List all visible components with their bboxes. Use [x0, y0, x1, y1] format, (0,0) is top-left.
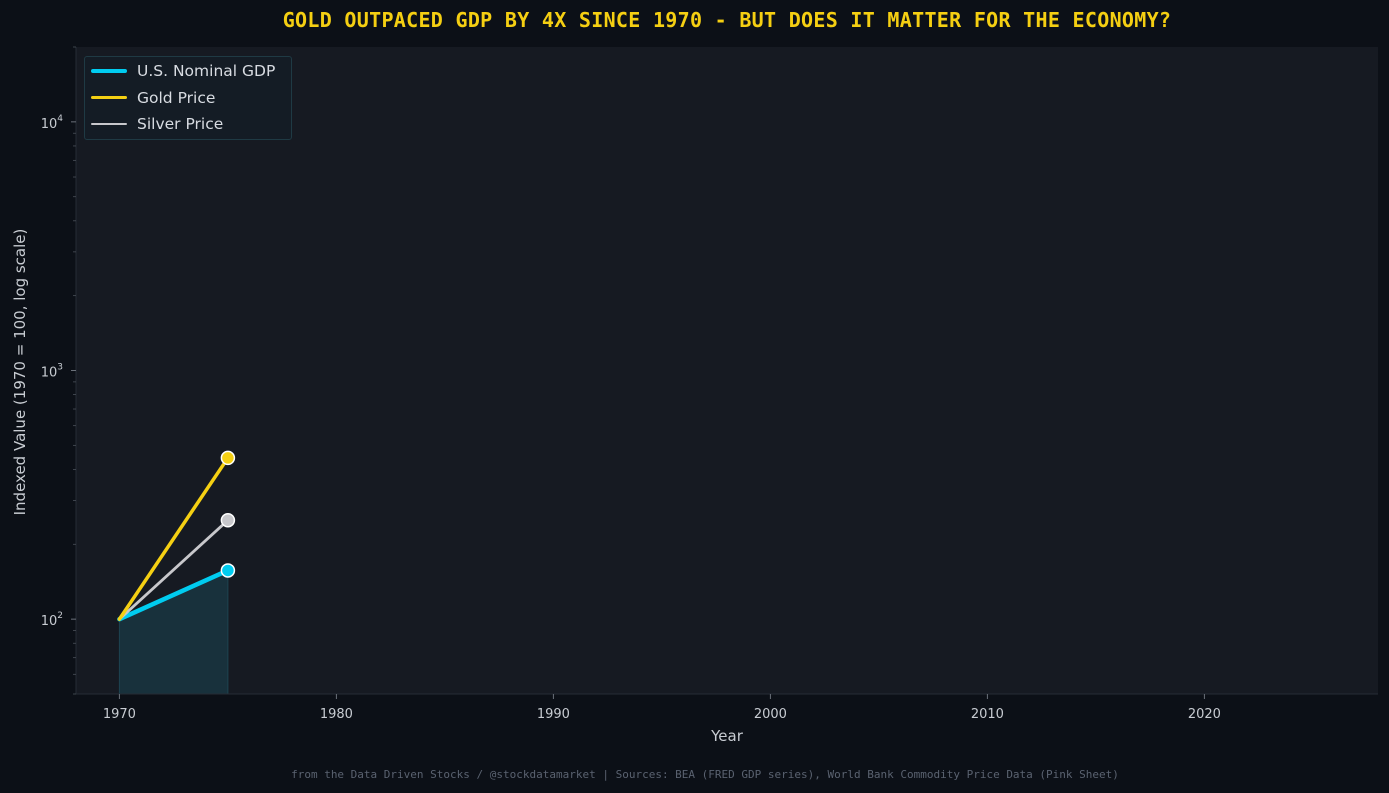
x-tick-label: 2020 — [1188, 707, 1221, 722]
y-tick-base: 10 — [41, 614, 58, 629]
legend-label: U.S. Nominal GDP — [137, 62, 276, 80]
x-tick-label: 2000 — [754, 707, 787, 722]
gold-price-endpoint — [220, 450, 236, 466]
u-s-nominal-gdp-endpoint — [220, 563, 236, 578]
source-footer: from the Data Driven Stocks / @stockdata… — [291, 768, 1119, 781]
legend: U.S. Nominal GDP Gold Price Silver Price — [84, 56, 292, 140]
legend-item-u-s-nominal-gdp: U.S. Nominal GDP — [91, 61, 275, 81]
legend-swatch — [91, 68, 127, 74]
x-axis-label: Year — [710, 727, 744, 745]
x-tick-label: 1970 — [103, 707, 136, 722]
y-tick-base: 10 — [41, 366, 58, 381]
legend-label: Gold Price — [137, 88, 216, 107]
y-tick-label: 102 — [41, 611, 63, 629]
y-tick-base: 10 — [41, 117, 58, 132]
y-tick-label: 104 — [41, 114, 64, 132]
legend-label: Silver Price — [137, 115, 224, 133]
plot-area — [76, 47, 1378, 694]
legend-swatch — [91, 122, 127, 126]
y-tick-exponent: 2 — [57, 611, 63, 621]
silver-price-endpoint — [220, 512, 236, 528]
x-tick-label: 2010 — [971, 707, 1004, 722]
legend-item-silver-price: Silver Price — [91, 114, 223, 134]
legend-swatch — [91, 95, 127, 100]
y-tick-exponent: 3 — [57, 363, 63, 373]
x-tick-label: 1980 — [320, 707, 353, 722]
legend-item-gold-price: Gold Price — [91, 88, 215, 108]
y-axis-label: Indexed Value (1970 = 100, log scale) — [11, 229, 29, 516]
y-tick-exponent: 4 — [57, 114, 63, 124]
y-tick-label: 103 — [41, 363, 63, 381]
x-tick-label: 1990 — [537, 707, 570, 722]
